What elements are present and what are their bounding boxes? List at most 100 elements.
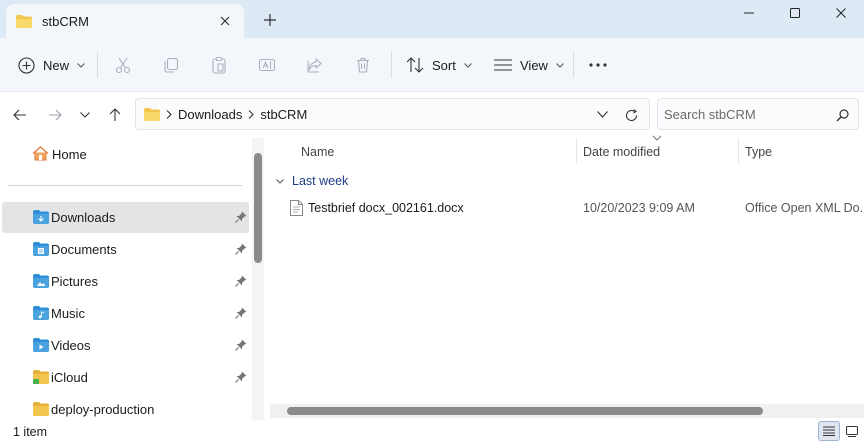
new-tab-button[interactable] [260,10,280,30]
cut-button[interactable] [114,50,132,80]
refresh-icon [625,108,637,121]
recent-locations-button[interactable] [74,104,96,126]
search-button[interactable] [834,107,850,123]
title-bar: stbCRM [0,0,864,38]
horizontal-scrollbar-thumb[interactable] [287,407,763,415]
ellipsis-icon [589,63,607,67]
close-icon [220,16,230,26]
toolbar-separator [97,52,98,78]
sidebar-scrollbar-thumb[interactable] [254,153,262,263]
navigation-bar: Downloads stbCRM [0,92,864,138]
share-button[interactable] [306,50,324,80]
trash-icon [357,57,369,73]
folder-icon [144,107,160,121]
search-input[interactable] [658,99,828,129]
rename-button[interactable] [258,50,276,80]
icloud-folder-icon [33,370,49,384]
document-icon [290,200,303,216]
folder-icon [33,402,49,416]
copy-icon [164,57,179,73]
up-button[interactable] [104,104,126,126]
arrow-left-icon [13,109,26,121]
details-view-icon [823,426,835,436]
sidebar-item-deploy-production[interactable]: deploy-production [2,394,249,420]
sidebar-item-icloud[interactable]: iCloud [2,362,249,393]
column-divider[interactable] [738,138,739,164]
arrow-right-icon [49,109,62,121]
sidebar-item-label: Documents [51,242,117,257]
tab-title: stbCRM [42,13,89,29]
paste-button[interactable] [210,50,228,80]
sidebar-item-label: Downloads [51,210,116,225]
chevron-right-icon [166,109,172,119]
search-box[interactable] [657,98,859,130]
sidebar-divider [8,185,242,186]
item-count: 1 item [13,425,48,439]
share-icon [307,58,322,73]
tab-stbcrm[interactable]: stbCRM [6,4,244,38]
column-header-date-modified[interactable]: Date modified [583,138,660,166]
chevron-right-icon [248,109,255,119]
documents-folder-icon [33,242,49,256]
file-name: Testbrief docx_002161.docx [308,201,464,215]
pin-icon [235,339,247,351]
sidebar-item-videos[interactable]: Videos [2,330,249,361]
sidebar-item-label: Music [51,306,85,321]
column-header-label: Date modified [583,145,661,159]
tiles-view-button[interactable] [841,421,863,441]
more-options-button[interactable] [588,50,608,80]
view-button[interactable]: View [494,50,564,80]
chevron-down-icon [556,62,564,68]
breadcrumb-downloads[interactable]: Downloads [178,107,242,122]
copy-button[interactable] [162,50,180,80]
tiles-view-icon [846,425,858,437]
address-history-button[interactable] [595,107,609,121]
sort-icon [406,57,424,73]
pin-icon [235,243,247,255]
details-view-button[interactable] [818,421,840,441]
minimize-button[interactable] [726,0,772,26]
table-row[interactable]: Testbrief docx_002161.docx 10/20/2023 9:… [286,196,864,222]
forward-button[interactable] [44,104,66,126]
sidebar-item-documents[interactable]: Documents [2,234,249,265]
plus-circle-icon [18,56,35,74]
sidebar-item-label: Videos [51,338,91,353]
close-tab-button[interactable] [216,12,234,30]
music-folder-icon [33,306,49,320]
file-list: Name Date modified Type Last week Testbr… [270,135,864,420]
paste-icon [212,56,226,74]
maximize-button[interactable] [772,0,818,26]
chevron-down-icon [276,178,284,184]
sidebar-item-pictures[interactable]: Pictures [2,266,249,297]
column-header-label: Name [301,145,335,159]
plus-icon [264,14,276,26]
column-header-name[interactable]: Name [301,138,334,166]
sidebar-item-label: Home [52,147,87,162]
new-button[interactable]: New [18,50,85,80]
view-list-icon [494,59,512,71]
cut-icon [115,57,131,74]
sidebar-item-downloads[interactable]: Downloads [2,202,249,233]
downloads-folder-icon [33,210,49,224]
sidebar-item-music[interactable]: Music [2,298,249,329]
file-date-modified: 10/20/2023 9:09 AM [583,201,695,215]
delete-button[interactable] [354,50,372,80]
arrow-up-icon [109,108,121,121]
sort-label: Sort [432,57,456,73]
sort-button[interactable]: Sort [406,50,472,80]
chevron-down-icon [463,62,472,68]
close-window-button[interactable] [818,0,864,26]
navigation-pane: Home Downloads Documents Pictures Music … [0,138,250,420]
column-header-type[interactable]: Type [745,138,772,166]
group-header-last-week[interactable]: Last week [276,172,348,190]
breadcrumb-stbcrm[interactable]: stbCRM [260,107,307,122]
view-label: View [520,57,548,73]
pin-icon [235,307,247,319]
refresh-button[interactable] [621,105,641,125]
sidebar-item-home[interactable]: Home [2,139,249,170]
address-bar[interactable]: Downloads stbCRM [135,98,650,130]
toolbar-separator [573,52,574,78]
column-divider[interactable] [576,138,577,164]
back-button[interactable] [9,104,31,126]
pin-icon [235,275,247,287]
